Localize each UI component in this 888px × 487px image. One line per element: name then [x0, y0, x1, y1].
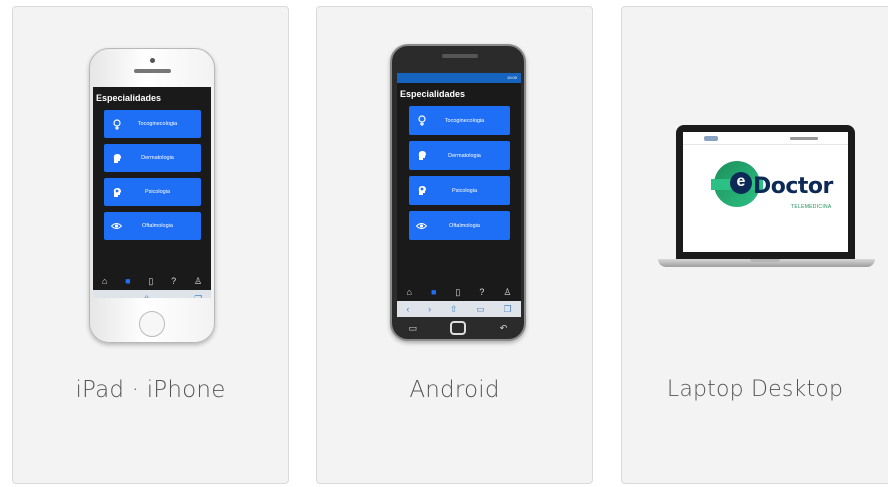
edoctor-wordmark: Doctor — [753, 174, 833, 199]
device-card-laptop[interactable]: e Doctor TELEMEDICINA Laptop Desktop — [621, 6, 888, 484]
browser-toolbar: ‹ › ⇧ ▭ ❐ — [93, 290, 211, 298]
help-icon[interactable]: ? — [479, 287, 484, 297]
speaker-grille — [442, 54, 478, 58]
app-tabbar: ⌂ ■ ▯ ? ♙ — [93, 272, 211, 290]
tabs-icon[interactable]: ❐ — [504, 304, 512, 315]
share-icon[interactable]: ⇧ — [450, 304, 458, 315]
document-icon[interactable]: ▯ — [455, 287, 460, 297]
screen-title: Especialidades — [400, 89, 466, 99]
head-profile-icon — [111, 152, 123, 164]
android-navbar: ▭ ↶ — [392, 321, 524, 335]
edoctor-subtitle: TELEMEDICINA — [791, 204, 832, 210]
edoctor-e-badge: e — [730, 172, 752, 194]
share-icon[interactable]: ⇧ — [143, 294, 151, 299]
specialty-label: Dermatologia — [448, 152, 481, 159]
forward-icon[interactable]: › — [428, 304, 431, 314]
home-button — [139, 311, 165, 337]
specialty-label: Psicologia — [451, 187, 478, 194]
phone-screen: 10:00 Especialidades Tocoginecologia Der… — [397, 73, 521, 317]
venus-icon — [416, 115, 428, 127]
screen-title: Especialidades — [96, 93, 162, 103]
laptop-mockup: e Doctor TELEMEDICINA — [676, 125, 855, 259]
device-card-ios[interactable]: Especialidades Tocoginecologia Dermatolo… — [12, 6, 289, 484]
specialty-button-tocoginecologia[interactable]: Tocoginecologia — [103, 110, 201, 138]
head-profile-icon — [416, 150, 428, 162]
back-arrow-icon[interactable]: ↶ — [500, 323, 508, 334]
document-icon[interactable]: ▯ — [148, 276, 153, 286]
bookmarks-icon[interactable]: ▭ — [476, 304, 485, 315]
specialty-label: Tocoginecologia — [137, 121, 178, 127]
eye-icon — [111, 220, 123, 232]
specialty-button-psicologia[interactable]: Psicologia — [103, 178, 201, 206]
home-button[interactable] — [450, 321, 467, 335]
android-mockup: 10:00 Especialidades Tocoginecologia Der… — [390, 44, 526, 341]
device-card-android[interactable]: 10:00 Especialidades Tocoginecologia Der… — [316, 6, 593, 484]
site-logo-icon — [704, 136, 718, 141]
home-icon[interactable]: ⌂ — [102, 276, 107, 286]
specialty-label: Dermatologia — [141, 155, 174, 161]
back-icon[interactable]: ‹ — [102, 294, 105, 298]
recents-icon[interactable]: ▭ — [409, 323, 418, 334]
specialty-button-oftalmologia[interactable]: Oftalmologia — [103, 212, 201, 240]
laptop-screen: e Doctor TELEMEDICINA — [683, 132, 848, 252]
video-icon[interactable]: ■ — [431, 287, 436, 297]
video-icon[interactable]: ■ — [125, 276, 130, 286]
specialty-button-dermatologia[interactable]: Dermatologia — [408, 141, 510, 170]
specialty-label: Oftalmologia — [142, 223, 173, 229]
brain-head-icon — [111, 186, 123, 198]
help-icon[interactable]: ? — [171, 276, 176, 286]
status-bar: 10:00 — [397, 73, 521, 83]
iphone-mockup: Especialidades Tocoginecologia Dermatolo… — [89, 48, 215, 343]
speaker-grille — [134, 69, 171, 73]
bookmarks-icon[interactable]: ▭ — [168, 294, 177, 299]
tabs-icon[interactable]: ❐ — [194, 294, 202, 299]
card-label[interactable]: Laptop Desktop — [622, 377, 888, 402]
home-icon[interactable]: ⌂ — [407, 287, 412, 297]
site-nav-text — [790, 137, 818, 140]
specialty-label: Psicologia — [144, 189, 171, 195]
card-label[interactable]: iPad · iPhone — [13, 377, 288, 403]
user-icon[interactable]: ♙ — [194, 276, 202, 286]
back-icon[interactable]: ‹ — [406, 304, 409, 314]
specialty-button-tocoginecologia[interactable]: Tocoginecologia — [408, 106, 510, 135]
app-tabbar: ⌂ ■ ▯ ? ♙ — [397, 283, 521, 301]
specialty-button-psicologia[interactable]: Psicologia — [408, 176, 510, 205]
forward-icon[interactable]: › — [122, 294, 125, 298]
browser-toolbar: ‹ › ⇧ ▭ ❐ — [397, 301, 521, 317]
specialty-button-oftalmologia[interactable]: Oftalmologia — [408, 211, 510, 240]
eye-icon — [416, 220, 428, 232]
user-icon[interactable]: ♙ — [503, 287, 511, 297]
specialty-label: Oftalmologia — [449, 222, 480, 229]
brain-head-icon — [416, 185, 428, 197]
venus-icon — [111, 118, 123, 130]
phone-screen: Especialidades Tocoginecologia Dermatolo… — [93, 87, 211, 298]
card-label[interactable]: Android — [317, 377, 592, 403]
specialty-button-dermatologia[interactable]: Dermatologia — [103, 144, 201, 172]
camera-icon — [150, 58, 155, 63]
laptop-notch — [750, 259, 780, 262]
specialty-label: Tocoginecologia — [444, 117, 485, 124]
